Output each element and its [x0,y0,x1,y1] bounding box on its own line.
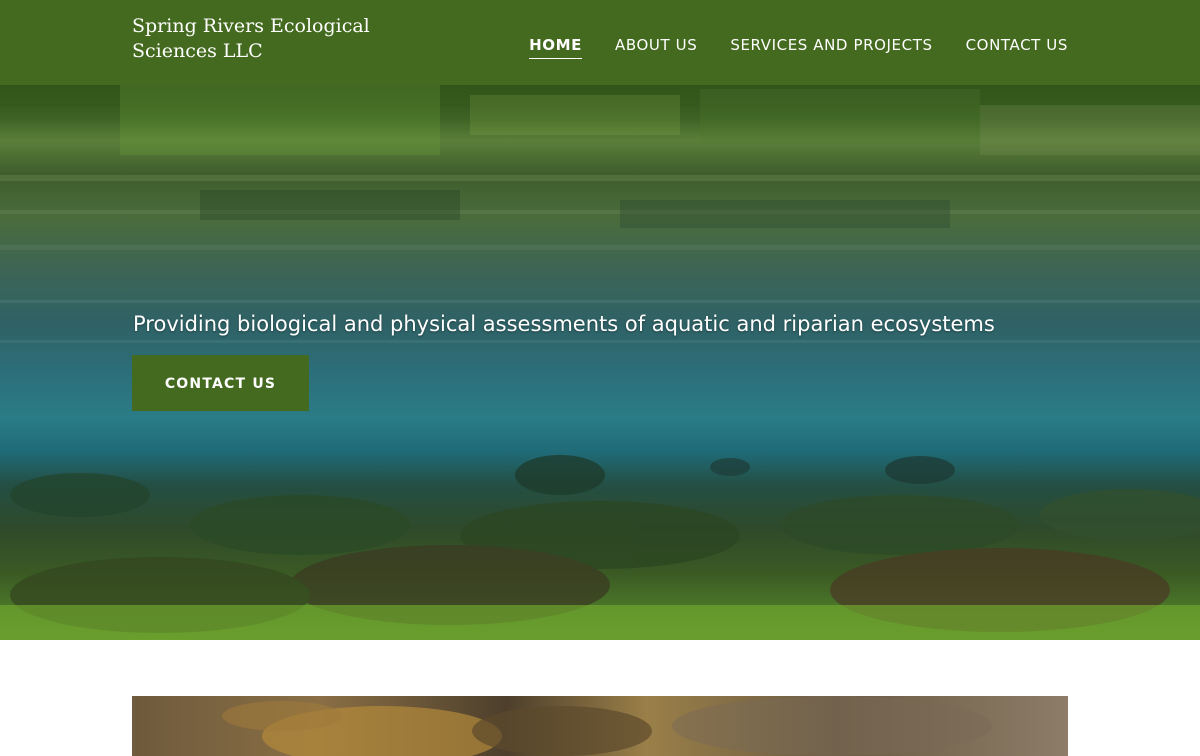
crayfish-photo-graphic [222,696,992,756]
site-brand-link[interactable]: Spring Rivers Ecological Sciences LLC [132,14,452,64]
hero-contact-us-button[interactable]: CONTACT US [132,355,309,411]
nav-home[interactable]: HOME [529,36,583,59]
hero-section: Providing biological and physical assess… [0,85,1200,640]
crayfish-photo [132,696,1068,756]
hero-tagline: Providing biological and physical assess… [133,312,995,336]
nav-contact-us[interactable]: CONTACT US [966,36,1068,59]
main-nav: HOME ABOUT US SERVICES AND PROJECTS CONT… [529,36,1068,59]
nav-about-us[interactable]: ABOUT US [615,36,697,59]
site-header: Spring Rivers Ecological Sciences LLC HO… [0,0,1200,85]
nav-services-and-projects[interactable]: SERVICES AND PROJECTS [730,36,932,59]
